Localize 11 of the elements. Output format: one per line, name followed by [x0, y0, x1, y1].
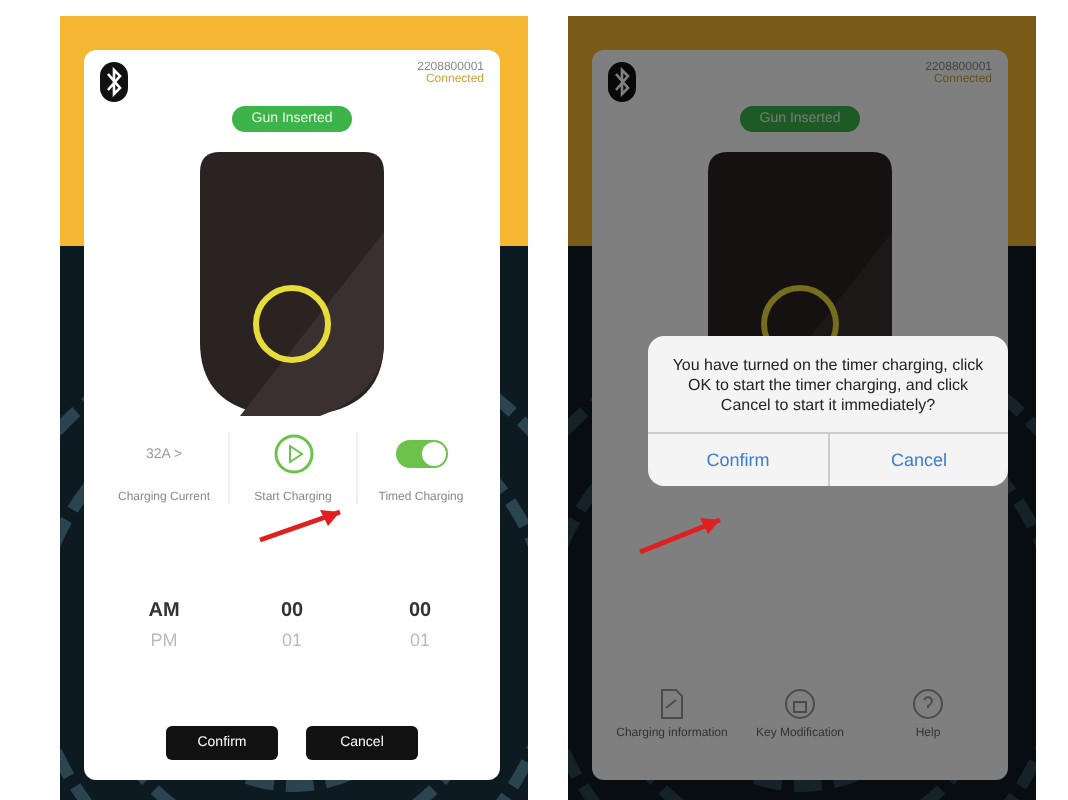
toggle-switch[interactable] — [395, 440, 447, 468]
bluetooth-icon[interactable] — [100, 62, 128, 102]
cancel-button[interactable]: Cancel — [828, 434, 1008, 486]
dialog-message: You have turned on the timer charging, click OK to start the timer charging, and click Cancel to start it immediately? — [670, 354, 986, 418]
picker-value[interactable]: 00 — [408, 600, 432, 622]
picker-value[interactable]: 00 — [280, 600, 304, 622]
document-icon — [660, 688, 684, 720]
lock-icon — [784, 688, 816, 720]
help-icon — [912, 688, 944, 720]
confirm-button[interactable]: Confirm — [648, 434, 828, 486]
picker-value[interactable]: AM — [148, 600, 180, 622]
